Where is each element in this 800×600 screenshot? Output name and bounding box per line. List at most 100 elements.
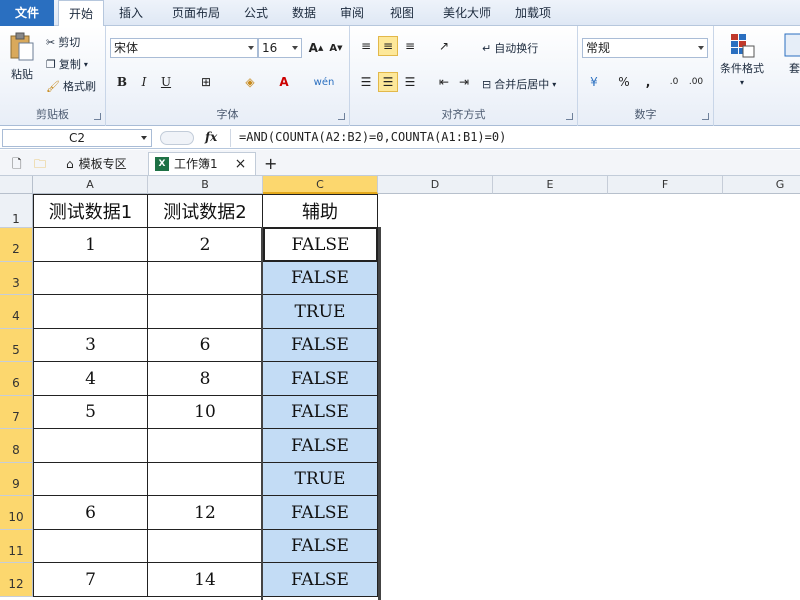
increase-indent-icon[interactable]: ⇥ — [454, 72, 474, 92]
row-header[interactable]: 9 — [0, 463, 33, 496]
cell-b5[interactable]: 6 — [148, 329, 263, 362]
row-header[interactable]: 3 — [0, 262, 33, 295]
cell-a4[interactable] — [33, 295, 148, 329]
percent-button[interactable]: % — [614, 72, 634, 92]
cell-c9[interactable]: TRUE — [263, 463, 378, 496]
wrap-text-button[interactable]: ↵ 自动换行 — [482, 40, 538, 56]
comma-button[interactable]: , — [638, 72, 658, 92]
row-header[interactable]: 6 — [0, 362, 33, 396]
format-painter-button[interactable]: 🖌 格式刷 — [46, 78, 96, 94]
format-as-table-button[interactable]: 套用表格格 — [784, 32, 800, 76]
number-format-select[interactable]: 常规 — [582, 38, 708, 58]
tab-page-layout[interactable]: 页面布局 — [160, 0, 232, 26]
align-right-icon[interactable]: ☰ — [400, 72, 420, 92]
underline-button[interactable]: U — [156, 72, 176, 92]
column-header-d[interactable]: D — [378, 176, 493, 194]
cell-c12[interactable]: FALSE — [263, 563, 378, 597]
row-header[interactable]: 4 — [0, 295, 33, 329]
cell-c6[interactable]: FALSE — [263, 362, 378, 396]
font-name-select[interactable]: 宋体 — [110, 38, 258, 58]
clipboard-launcher-icon[interactable] — [94, 113, 101, 120]
column-header-g[interactable]: G — [723, 176, 800, 194]
cell-c8[interactable]: FALSE — [263, 429, 378, 463]
column-header-a[interactable]: A — [33, 176, 148, 194]
row-header[interactable]: 5 — [0, 329, 33, 362]
paste-button[interactable]: 粘贴 — [8, 32, 36, 82]
tab-template[interactable]: ⌂ 模板专区 — [60, 152, 133, 175]
tab-view[interactable]: 视图 — [382, 0, 422, 26]
cell-c4[interactable]: TRUE — [263, 295, 378, 329]
name-box[interactable]: C2 — [2, 129, 152, 147]
currency-icon[interactable]: ¥ — [584, 72, 604, 92]
column-header-e[interactable]: E — [493, 176, 608, 194]
cell-c10[interactable]: FALSE — [263, 496, 378, 530]
cell-a1[interactable]: 测试数据1 — [33, 194, 148, 228]
phonetic-icon[interactable]: wén — [314, 72, 335, 92]
tab-insert[interactable]: 插入 — [108, 0, 154, 26]
italic-button[interactable]: I — [134, 72, 154, 92]
tab-review[interactable]: 审阅 — [332, 0, 372, 26]
column-header-c[interactable]: C — [263, 176, 378, 194]
row-header[interactable]: 10 — [0, 496, 33, 530]
cell-c1[interactable]: 辅助 — [263, 194, 378, 228]
folder-icon[interactable]: 🗀 — [28, 152, 52, 175]
fill-color-icon[interactable]: ◈ — [240, 72, 260, 92]
cell-c11[interactable]: FALSE — [263, 530, 378, 563]
column-header-b[interactable]: B — [148, 176, 263, 194]
cell-a7[interactable]: 5 — [33, 396, 148, 429]
increase-decimal-icon[interactable]: .0 — [664, 72, 684, 92]
orientation-icon[interactable]: ↗ — [434, 36, 454, 56]
tab-formulas[interactable]: 公式 — [236, 0, 276, 26]
cell-a6[interactable]: 4 — [33, 362, 148, 396]
border-icon[interactable]: ⊞ — [196, 72, 216, 92]
cell-b9[interactable] — [148, 463, 263, 496]
number-launcher-icon[interactable] — [702, 113, 709, 120]
expand-handle[interactable] — [160, 131, 194, 145]
cut-button[interactable]: ✂ 剪切 — [46, 34, 80, 50]
row-header[interactable]: 7 — [0, 396, 33, 429]
align-center-icon[interactable]: ☰ — [378, 72, 398, 92]
cell-c5[interactable]: FALSE — [263, 329, 378, 362]
cell-b11[interactable] — [148, 530, 263, 563]
cell-a11[interactable] — [33, 530, 148, 563]
merge-center-button[interactable]: ⊟ 合并后居中 ▾ — [482, 76, 556, 92]
cell-a8[interactable] — [33, 429, 148, 463]
tab-data[interactable]: 数据 — [284, 0, 324, 26]
align-bottom-icon[interactable]: ≡ — [400, 36, 420, 56]
increase-font-icon[interactable]: A ▲ — [306, 38, 326, 58]
formula-input[interactable]: =AND(COUNTA(A2:B2)=0,COUNTA(A1:B1)=0) — [230, 129, 796, 147]
cell-b12[interactable]: 14 — [148, 563, 263, 597]
cell-b4[interactable] — [148, 295, 263, 329]
cell-a10[interactable]: 6 — [33, 496, 148, 530]
cell-b8[interactable] — [148, 429, 263, 463]
cell-a3[interactable] — [33, 262, 148, 295]
cell-a5[interactable]: 3 — [33, 329, 148, 362]
cell-b10[interactable]: 12 — [148, 496, 263, 530]
column-header-f[interactable]: F — [608, 176, 723, 194]
align-middle-icon[interactable]: ≡ — [378, 36, 398, 56]
cell-b6[interactable]: 8 — [148, 362, 263, 396]
row-header[interactable]: 11 — [0, 530, 33, 563]
row-header[interactable]: 8 — [0, 429, 33, 463]
close-icon[interactable]: × — [235, 153, 247, 175]
cell-a2[interactable]: 1 — [33, 228, 148, 262]
conditional-format-button[interactable]: 条件格式 ▾ — [720, 32, 764, 87]
tab-workbook1[interactable]: X 工作簿1 × — [148, 152, 256, 175]
cell-b7[interactable]: 10 — [148, 396, 263, 429]
row-header[interactable]: 2 — [0, 228, 33, 262]
decrease-font-icon[interactable]: A ▼ — [326, 38, 346, 58]
new-doc-icon[interactable]: 🗋 — [6, 152, 28, 175]
font-launcher-icon[interactable] — [338, 113, 345, 120]
insert-function-icon[interactable]: fx — [205, 130, 217, 144]
cell-c3[interactable]: FALSE — [263, 262, 378, 295]
tab-home[interactable]: 开始 — [58, 0, 104, 27]
cell-b3[interactable] — [148, 262, 263, 295]
cell-c7[interactable]: FALSE — [263, 396, 378, 429]
decrease-decimal-icon[interactable]: .00 — [686, 72, 706, 92]
font-size-select[interactable]: 16 — [258, 38, 302, 58]
decrease-indent-icon[interactable]: ⇤ — [434, 72, 454, 92]
select-all-corner[interactable] — [0, 176, 33, 194]
cell-b1[interactable]: 测试数据2 — [148, 194, 263, 228]
cell-b2[interactable]: 2 — [148, 228, 263, 262]
alignment-launcher-icon[interactable] — [566, 113, 573, 120]
